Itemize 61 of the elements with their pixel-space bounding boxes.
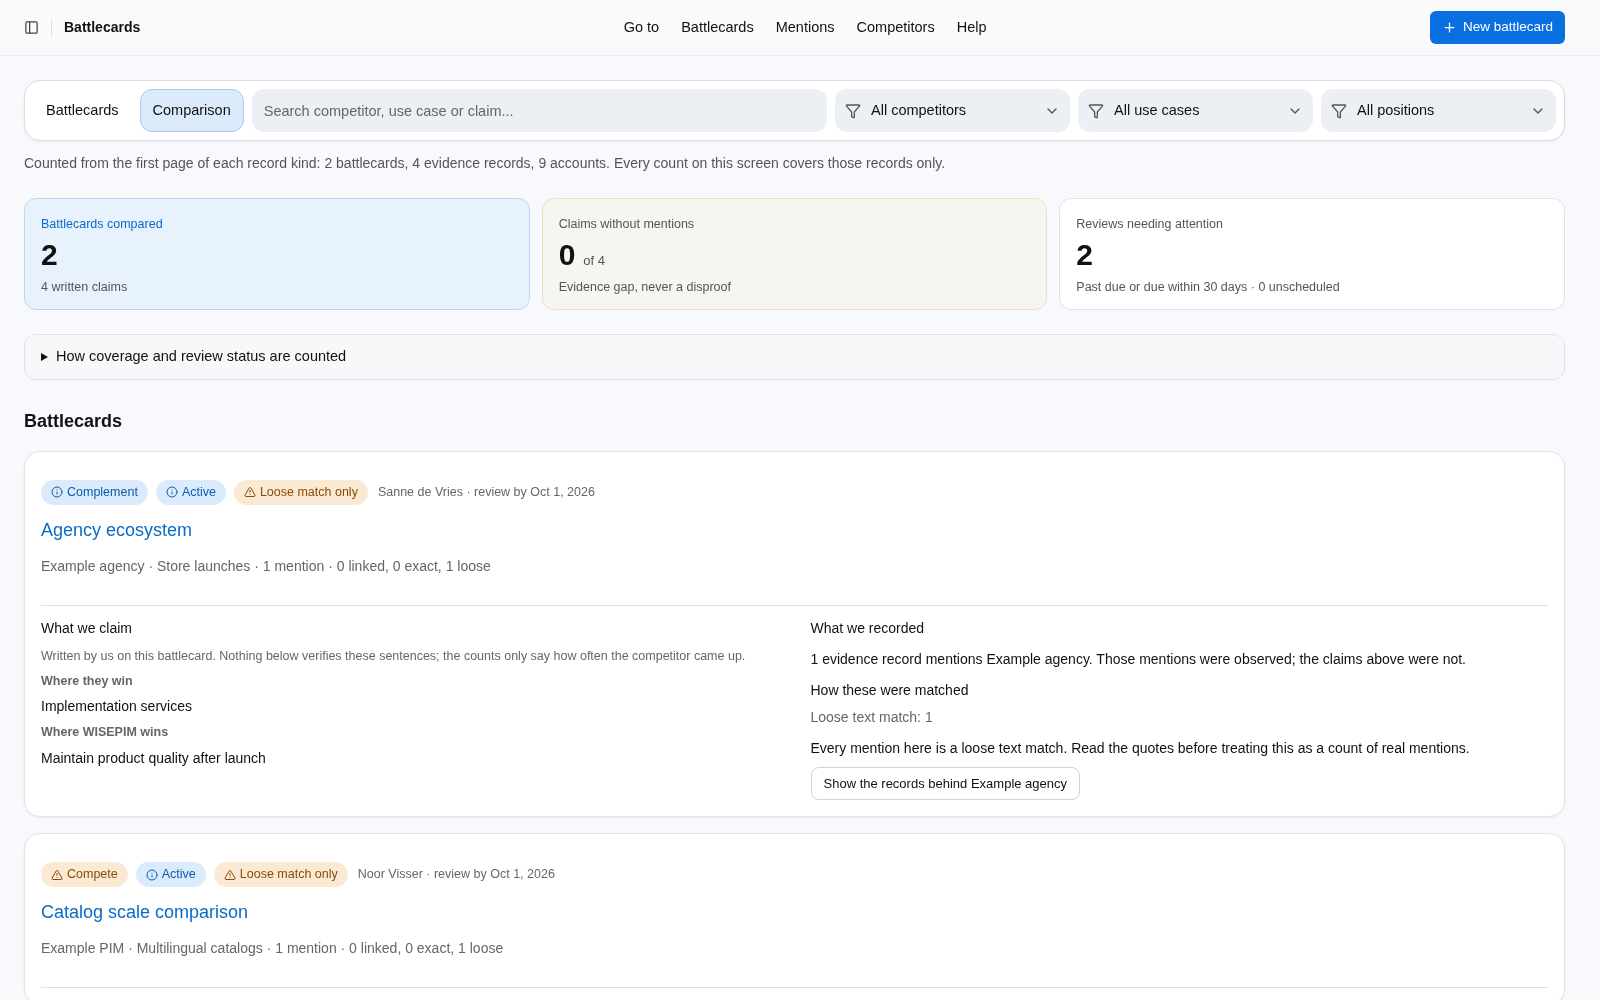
- nav-link[interactable]: Help: [956, 16, 987, 39]
- info-icon: [51, 486, 63, 499]
- filter-dropdown[interactable]: All positions: [1321, 89, 1556, 132]
- nav-link[interactable]: Competitors: [856, 16, 935, 39]
- stat-label: Claims without mentions: [558, 216, 696, 233]
- nav-link[interactable]: Go to: [623, 16, 660, 39]
- stat-value: 0: [558, 239, 576, 270]
- recorded-text: 1 evidence record mentions Example agency. Those mentions were observed; the claims above were not.: [810, 649, 1467, 669]
- battlecard-meta: Example agency · Store launches · 1 mention · 0 linked, 0 exact, 1 loose: [41, 556, 492, 576]
- stat-value: 2: [41, 239, 58, 270]
- info-icon: [165, 486, 178, 499]
- battlecard-title-link[interactable]: Agency ecosystem: [41, 516, 193, 544]
- warning-icon: [223, 868, 236, 881]
- status-tag: Active: [135, 862, 206, 887]
- owner-text: Sanne de Vries · review by Oct 1, 2026: [377, 484, 595, 501]
- warning-text: Every mention here is a loose text match. Read the quotes before treating this as a count of real mentions.: [810, 738, 1471, 758]
- section-heading: What we recorded: [810, 618, 926, 638]
- stat-caption: 4 written claims: [41, 278, 129, 296]
- claim-text: Implementation services: [41, 697, 193, 717]
- view-tab[interactable]: Comparison: [139, 89, 244, 132]
- claim-label: Where WISEPIM wins: [41, 724, 170, 742]
- filter-icon: [1331, 102, 1347, 119]
- filter-icon: [845, 102, 861, 119]
- owner-text: Noor Visser · review by Oct 1, 2026: [357, 866, 555, 884]
- battlecard-title-link[interactable]: Catalog scale comparison: [41, 899, 249, 926]
- warning-icon: [243, 486, 256, 499]
- nav-link[interactable]: Mentions: [775, 16, 835, 39]
- stat-caption: Evidence gap, never a disproof: [558, 279, 732, 297]
- battlecard-meta: Example PIM · Multilingual catalogs · 1 mention · 0 linked, 0 exact, 1 loose: [41, 939, 505, 958]
- search-field[interactable]: Search competitor, use case or claim...: [251, 89, 827, 132]
- claim-text: Maintain product quality after launch: [41, 749, 267, 768]
- filter-dropdown[interactable]: All competitors: [835, 89, 1070, 132]
- claim-intro: Written by us on this battlecard. Nothing below verifies these sentences; the counts only say how often the competitor came up.: [41, 647, 747, 665]
- status-tag: Loose match only: [233, 480, 368, 505]
- app-title: Battlecards: [64, 18, 141, 37]
- counting-disclosure[interactable]: How coverage and review status are counted: [24, 334, 1565, 380]
- stat-total: of 4: [583, 251, 606, 270]
- status-tag: Compete: [41, 862, 128, 887]
- stat-caption: Past due or due within 30 days · 0 unscheduled: [1076, 278, 1341, 296]
- filter-dropdown[interactable]: All use cases: [1078, 89, 1313, 132]
- status-tag: Loose match only: [213, 862, 348, 887]
- disclosure-triangle-icon: [41, 353, 48, 361]
- plus-icon: [1441, 20, 1457, 35]
- nav-link[interactable]: Battlecards: [681, 16, 754, 39]
- sidebar-toggle-icon[interactable]: [24, 20, 39, 35]
- filter-icon: [1088, 102, 1104, 119]
- show-records-button[interactable]: Show the records behind Example agency: [810, 766, 1081, 801]
- status-tag: Active: [155, 480, 226, 505]
- stat-value: 2: [1076, 239, 1093, 270]
- warning-icon: [51, 868, 63, 881]
- scope-note: Counted from the first page of each record kind: 2 battlecards, 4 evidence records, 9 accounts. Every count on this screen covers those records only.: [24, 154, 947, 173]
- status-tag: Complement: [41, 480, 148, 505]
- claim-label: Where they win: [41, 672, 134, 690]
- stat-label: Reviews needing attention: [1076, 216, 1224, 233]
- section-heading: What we claim: [41, 618, 134, 638]
- info-icon: [145, 868, 158, 881]
- stat-label: Battlecards compared: [41, 216, 164, 233]
- section-heading: How these were matched: [810, 680, 970, 700]
- match-count: Loose text match: 1: [810, 707, 934, 727]
- new-battlecard-button[interactable]: New battlecard: [1429, 11, 1565, 44]
- section-title: Battlecards: [24, 410, 124, 433]
